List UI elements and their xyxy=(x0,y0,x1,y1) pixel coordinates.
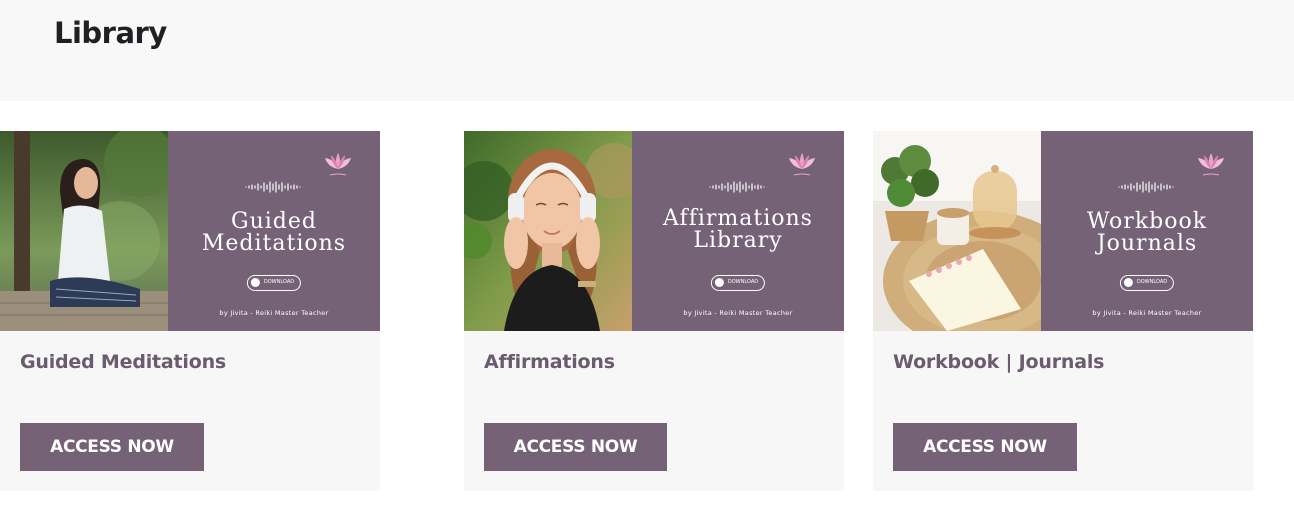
card-title[interactable]: Affirmations xyxy=(484,351,615,373)
lotus-logo-icon xyxy=(325,153,351,176)
banner-heading-line2: Meditations xyxy=(201,231,347,256)
page-header: Library xyxy=(0,0,1294,101)
sound-wave-icon xyxy=(709,181,765,193)
banner-byline: by Jivita - Reiki Master Teacher xyxy=(219,309,329,317)
banner-panel: Workbook Journals DOWNLOAD by Jivita - R… xyxy=(1041,131,1253,331)
banner-photo-journal-table xyxy=(873,131,1041,331)
library-card-guided-meditations: Guided Meditations DOWNLOAD by Jivita - … xyxy=(0,131,380,491)
banner-photo-meditating-woman xyxy=(0,131,168,331)
banner-panel: Affirmations Library DOWNLOAD by Jivita … xyxy=(632,131,844,331)
banner-byline: by Jivita - Reiki Master Teacher xyxy=(683,309,793,317)
download-label: DOWNLOAD xyxy=(263,279,295,285)
sound-wave-icon xyxy=(1118,181,1174,193)
library-card-affirmations: Affirmations Library DOWNLOAD by Jivita … xyxy=(464,131,844,491)
banner-heading-line1: Affirmations xyxy=(663,206,813,231)
banner-heading-line1: Guided xyxy=(231,209,317,234)
card-banner[interactable]: Guided Meditations DOWNLOAD by Jivita - … xyxy=(0,131,380,331)
download-pill: DOWNLOAD xyxy=(246,275,302,291)
banner-heading-line2: Library xyxy=(693,228,783,253)
banner-byline: by Jivita - Reiki Master Teacher xyxy=(1092,309,1202,317)
card-banner[interactable]: Workbook Journals DOWNLOAD by Jivita - R… xyxy=(873,131,1253,331)
card-banner[interactable]: Affirmations Library DOWNLOAD by Jivita … xyxy=(464,131,844,331)
access-now-button[interactable]: ACCESS NOW xyxy=(893,423,1077,471)
banner-heading-line1: Workbook xyxy=(1086,209,1208,234)
banner-photo-woman-headphones xyxy=(464,131,632,331)
card-title[interactable]: Guided Meditations xyxy=(20,351,226,373)
download-icon xyxy=(1123,278,1133,287)
banner-heading-line2: Journals xyxy=(1096,231,1198,256)
page-title: Library xyxy=(54,16,167,50)
download-pill: DOWNLOAD xyxy=(710,275,766,291)
download-label: DOWNLOAD xyxy=(1136,279,1168,285)
sound-wave-icon xyxy=(245,181,301,193)
banner-panel: Guided Meditations DOWNLOAD by Jivita - … xyxy=(168,131,380,331)
download-label: DOWNLOAD xyxy=(727,279,759,285)
download-icon xyxy=(250,278,260,287)
library-card-workbook-journals: Workbook Journals DOWNLOAD by Jivita - R… xyxy=(873,131,1253,491)
access-now-button[interactable]: ACCESS NOW xyxy=(484,423,667,471)
download-pill: DOWNLOAD xyxy=(1119,275,1175,291)
lotus-logo-icon xyxy=(1198,153,1224,176)
access-now-button[interactable]: ACCESS NOW xyxy=(20,423,204,471)
card-title[interactable]: Workbook | Journals xyxy=(893,351,1104,373)
lotus-logo-icon xyxy=(789,153,815,176)
download-icon xyxy=(714,278,724,287)
